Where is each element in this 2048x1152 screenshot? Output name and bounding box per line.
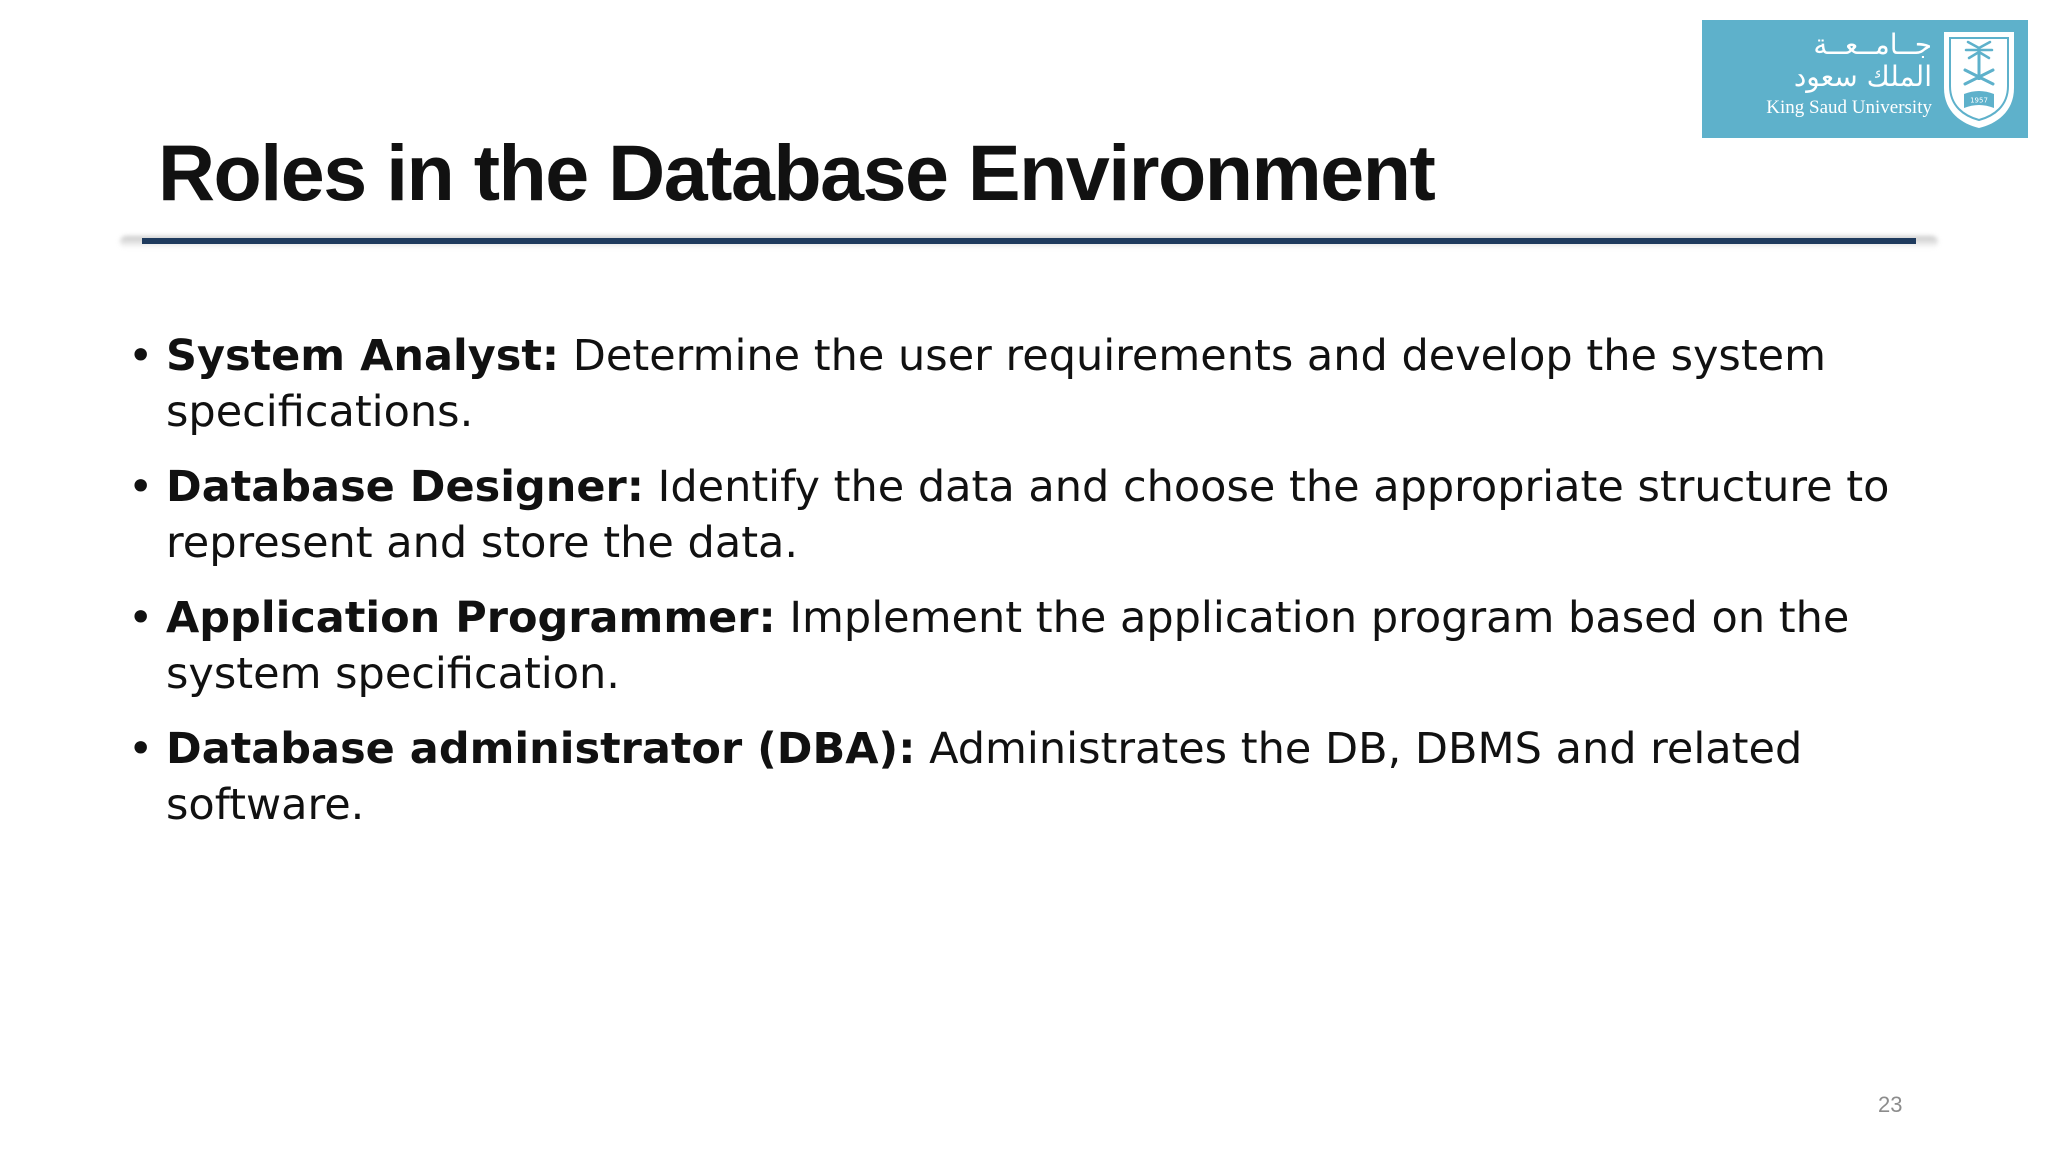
bullet-term: Database Designer:: [166, 462, 644, 512]
logo-arabic-line-2: الملك سعود: [1793, 60, 1932, 93]
king-saud-university-logo: جــامــعــة الملك سعود King Saud Univers…: [1702, 20, 2028, 138]
bullet-dot: •: [128, 593, 154, 643]
university-emblem-icon: 1957: [1944, 32, 2014, 128]
emblem-year: 1957: [1970, 97, 1988, 105]
bullet-dot: •: [128, 462, 154, 512]
logo-arabic-line-1: جــامــعــة: [1813, 28, 1932, 61]
slide-title: Roles in the Database Environment: [158, 128, 1436, 217]
logo-english-name: King Saud University: [1766, 97, 1932, 118]
bullet-dot: •: [128, 724, 154, 774]
bullet-term: Application Programmer:: [166, 593, 776, 643]
bullet-list: • System Analyst: Determine the user req…: [120, 328, 1920, 852]
title-divider: [142, 238, 1916, 244]
slide-number: 23: [1878, 1092, 1903, 1117]
bullet-term: Database administrator (DBA):: [166, 724, 916, 774]
bullet-item-application-programmer: • Application Programmer: Implement the …: [120, 590, 1920, 702]
bullet-dot: •: [128, 331, 154, 381]
bullet-item-database-designer: • Database Designer: Identify the data a…: [120, 459, 1920, 571]
bullet-item-system-analyst: • System Analyst: Determine the user req…: [120, 328, 1920, 440]
bullet-item-database-administrator: • Database administrator (DBA): Administ…: [120, 721, 1920, 833]
bullet-term: System Analyst:: [166, 331, 560, 381]
slide: جــامــعــة الملك سعود King Saud Univers…: [0, 0, 2048, 1152]
